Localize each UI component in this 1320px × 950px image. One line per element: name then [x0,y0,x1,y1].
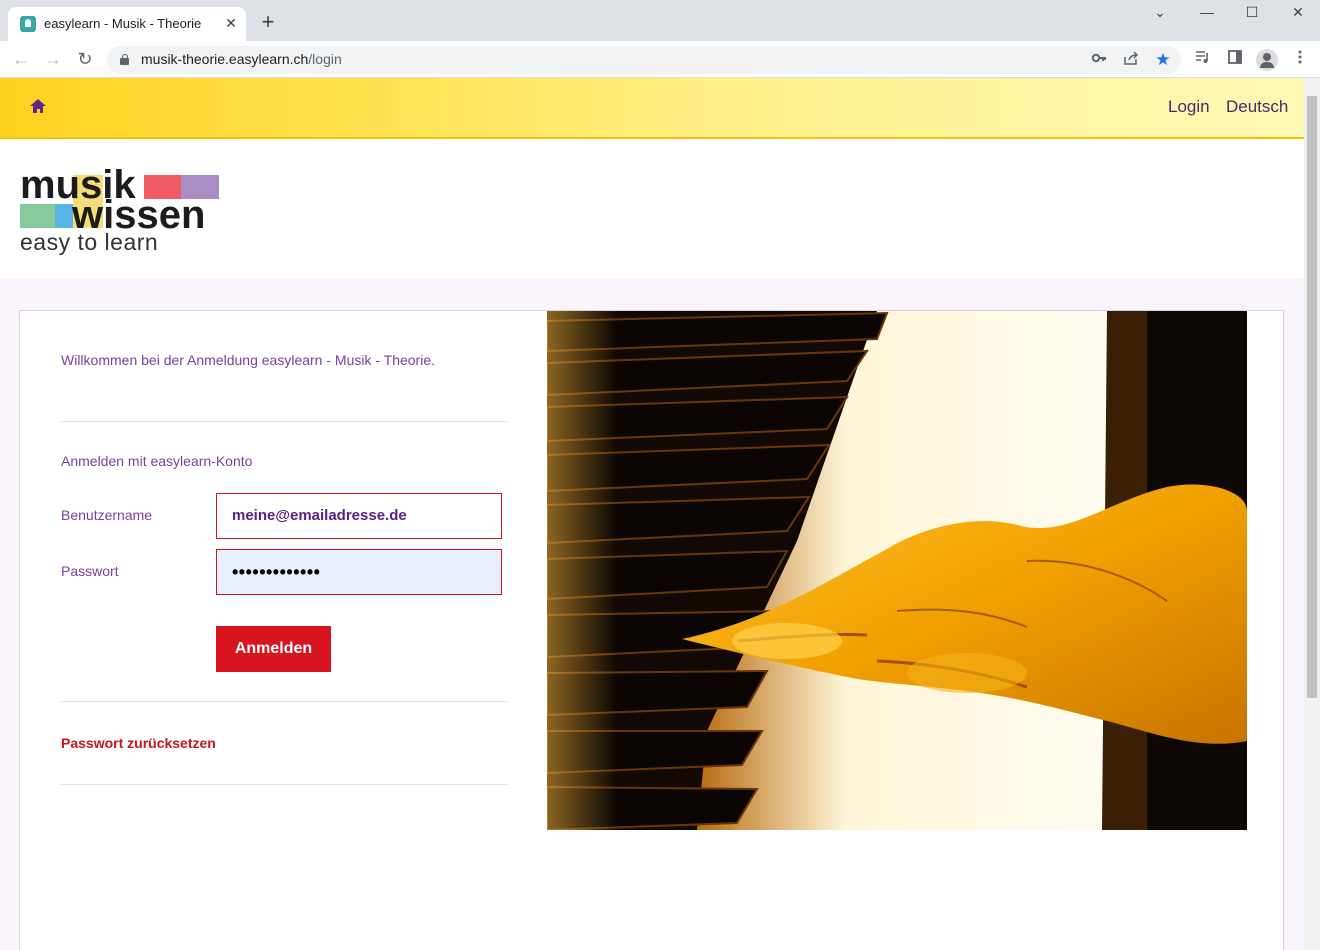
close-tab-icon[interactable]: ✕ [222,14,240,32]
close-window-button[interactable]: ✕ [1283,4,1313,24]
password-label: Passwort [61,563,119,579]
logo-blue-block [55,204,73,228]
browser-tab[interactable]: easylearn - Musik - Theorie ✕ [8,7,246,41]
divider [61,784,507,785]
profile-icon[interactable] [1256,49,1278,71]
reset-password-link[interactable]: Passwort zurücksetzen [61,735,216,751]
new-tab-button[interactable]: + [256,11,280,35]
divider [61,701,507,702]
nav-language-link[interactable]: Deutsch [1226,97,1288,117]
piano-hand-image [547,311,1247,830]
browser-tab-strip: easylearn - Musik - Theorie ✕ + ⌄ — ☐ ✕ [0,0,1320,41]
login-section-title: Anmelden mit easylearn-Konto [61,453,253,469]
site-logo[interactable]: musik wissen easy to learn [20,163,220,258]
share-icon[interactable] [1121,50,1141,70]
site-header: Login Deutsch [0,78,1304,139]
username-input[interactable]: meine@emailadresse.de [216,493,502,539]
media-icon[interactable] [1193,49,1213,69]
scrollbar-thumb[interactable] [1307,96,1317,698]
home-icon[interactable] [30,99,46,114]
nav-login-link[interactable]: Login [1168,97,1210,117]
url-text[interactable]: musik-theorie.easylearn.ch/login [141,51,342,67]
side-panel-icon[interactable] [1225,49,1245,69]
password-value: ••••••••••••• [232,562,321,582]
logo-green-block [20,204,55,228]
maximize-button[interactable]: ☐ [1237,4,1267,24]
welcome-text: Willkommen bei der Anmeldung easylearn -… [61,352,436,368]
divider [61,421,507,422]
piano-illustration [547,311,1247,830]
logo-tagline: easy to learn [20,229,159,255]
url-host: musik-theorie.easylearn.ch [141,51,309,67]
favicon-icon [20,16,36,32]
username-label: Benutzername [61,507,153,523]
back-button[interactable]: ← [10,48,32,70]
url-path: /login [308,51,342,67]
page-content: Login Deutsch musik wissen easy to learn… [0,78,1304,950]
login-button[interactable]: Anmelden [216,626,331,672]
logo-band: musik wissen easy to learn [0,139,1304,279]
menu-icon[interactable] [1290,49,1310,69]
star-icon[interactable]: ★ [1153,50,1173,70]
login-card: Willkommen bei der Anmeldung easylearn -… [19,310,1284,950]
browser-toolbar: ← → ↻ musik-theorie.easylearn.ch/login ★ [0,41,1320,78]
tab-title: easylearn - Musik - Theorie [44,16,202,31]
forward-button[interactable]: → [42,48,64,70]
key-icon[interactable] [1089,50,1109,70]
page-scrollbar[interactable] [1304,78,1320,950]
lock-icon[interactable] [120,54,129,65]
address-bar[interactable]: musik-theorie.easylearn.ch/login ★ [107,46,1181,74]
minimize-button[interactable]: — [1192,4,1222,24]
tab-search-icon[interactable]: ⌄ [1145,4,1175,24]
password-input[interactable]: ••••••••••••• [216,549,502,595]
reload-button[interactable]: ↻ [74,48,96,70]
